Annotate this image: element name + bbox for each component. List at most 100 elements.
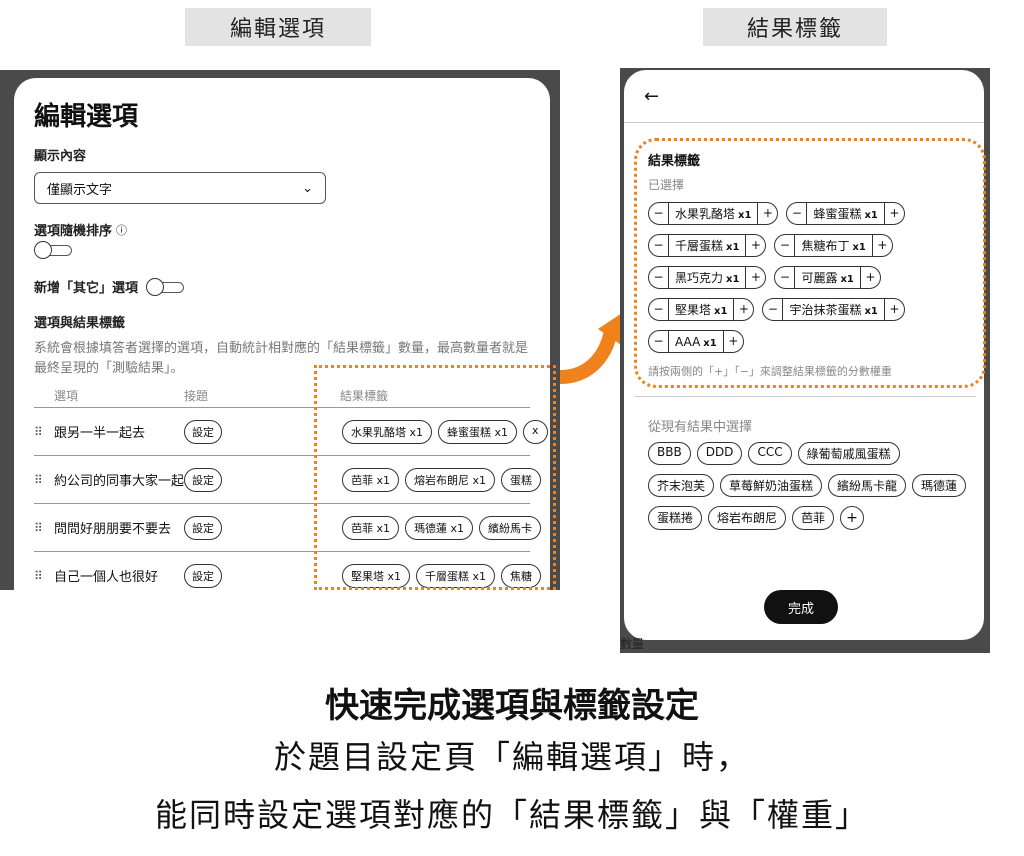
column-header-option: 選項 bbox=[54, 388, 79, 403]
caption-edit-options: 編輯選項 bbox=[185, 8, 371, 46]
existing-tag[interactable]: 芭菲 bbox=[792, 506, 835, 530]
plus-button[interactable]: + bbox=[733, 299, 753, 320]
tag-count: x1 bbox=[840, 274, 854, 285]
option-text[interactable]: 自己一個人也很好 bbox=[54, 566, 184, 585]
selected-tag-name: AAA x1 bbox=[669, 335, 723, 349]
plus-button[interactable]: + bbox=[745, 267, 765, 288]
minus-button[interactable]: − bbox=[775, 235, 796, 256]
set-jump-button[interactable]: 設定 bbox=[184, 419, 222, 444]
page-title: 編輯選項 bbox=[34, 102, 139, 132]
drag-handle-icon[interactable]: ⠿ bbox=[34, 569, 54, 583]
plus-button[interactable]: + bbox=[745, 235, 765, 256]
display-content-select[interactable]: 僅顯示文字 ⌄ bbox=[34, 172, 326, 204]
existing-results-label: 從現有結果中選擇 bbox=[648, 420, 753, 435]
tag-name: 千層蛋糕 bbox=[675, 239, 724, 253]
tag-count: x1 bbox=[714, 306, 728, 317]
minus-button[interactable]: − bbox=[763, 299, 784, 320]
drag-handle-icon[interactable]: ⠿ bbox=[34, 425, 54, 439]
existing-tag[interactable]: 瑪德蓮 bbox=[912, 474, 967, 497]
selected-tag-stepper: − 宇治抹茶蛋糕 x1 + bbox=[762, 298, 905, 321]
plus-button[interactable]: + bbox=[883, 299, 904, 320]
plus-button[interactable]: + bbox=[883, 203, 904, 224]
existing-tags-list: BBB DDD CCC 綠葡萄戚風蛋糕芥末泡芙 草莓鮮奶油蛋糕 繽紛馬卡龍 瑪德蓮蛋糕捲 熔岩… bbox=[648, 442, 968, 530]
tag-name: 蜂蜜蛋糕 bbox=[813, 207, 862, 221]
minus-button[interactable]: − bbox=[649, 203, 669, 224]
minus-button[interactable]: − bbox=[775, 267, 796, 288]
add-other-toggle[interactable] bbox=[146, 277, 186, 296]
selected-tag-name: 千層蛋糕 x1 bbox=[669, 237, 745, 254]
divider bbox=[624, 122, 984, 123]
background-text: 數量 bbox=[620, 637, 645, 651]
existing-tag[interactable]: 熔岩布朗尼 bbox=[708, 506, 787, 530]
result-tags-card: ← 結果標籤 已選擇 − 水果乳酪塔 x1 + − 蜂蜜蛋糕 x1 + − 千層蛋糕 x1 + − 焦糖布… bbox=[624, 70, 986, 640]
selected-tag-name: 堅果塔 x1 bbox=[669, 301, 733, 318]
plus-button[interactable]: + bbox=[722, 331, 743, 352]
minus-button[interactable]: − bbox=[649, 235, 669, 256]
set-jump-button[interactable]: 設定 bbox=[184, 515, 222, 540]
existing-tag[interactable]: 繽紛馬卡龍 bbox=[828, 474, 907, 497]
options-tags-title: 選項與結果標籤 bbox=[34, 316, 126, 331]
add-other-label: 新增「其它」選項 bbox=[34, 281, 139, 296]
existing-tag[interactable]: DDD bbox=[696, 442, 743, 465]
selected-tag-stepper: − 堅果塔 x1 + bbox=[648, 298, 755, 321]
tag-name: 黑巧克力 bbox=[675, 271, 724, 285]
add-other-row: 新增「其它」選項 bbox=[34, 277, 530, 296]
random-order-toggle[interactable] bbox=[34, 241, 74, 259]
tag-count: x1 bbox=[864, 210, 878, 221]
caption-result-tags: 結果標籤 bbox=[703, 8, 887, 46]
selected-tag-stepper: − 水果乳酪塔 x1 + bbox=[648, 202, 779, 225]
back-arrow-icon[interactable]: ← bbox=[644, 86, 659, 107]
selected-tag-name: 焦糖布丁 x1 bbox=[795, 237, 871, 254]
selected-tag-stepper: − 千層蛋糕 x1 + bbox=[648, 234, 767, 257]
done-button[interactable]: 完成 bbox=[764, 590, 838, 624]
set-jump-button[interactable]: 設定 bbox=[184, 467, 222, 492]
selected-tag-stepper: − 黑巧克力 x1 + bbox=[648, 266, 767, 289]
set-jump-button[interactable]: 設定 bbox=[184, 563, 222, 588]
existing-tag[interactable]: 草莓鮮奶油蛋糕 bbox=[720, 474, 823, 497]
tag-count: x1 bbox=[703, 337, 717, 349]
drag-handle-icon[interactable]: ⠿ bbox=[34, 473, 54, 487]
existing-tag[interactable]: 芥末泡芙 bbox=[648, 474, 715, 497]
random-order-row: 選項隨機排序 ⓘ bbox=[34, 220, 530, 240]
selected-tag-name: 可麗露 x1 bbox=[795, 269, 859, 286]
tag-name: 焦糖布丁 bbox=[801, 239, 850, 253]
add-tag-icon[interactable]: + bbox=[840, 506, 865, 530]
plus-button[interactable]: + bbox=[859, 267, 880, 288]
tag-name: 宇治抹茶蛋糕 bbox=[789, 303, 862, 317]
display-content-value: 僅顯示文字 bbox=[47, 182, 113, 198]
option-text[interactable]: 問問好朋朋要不要去 bbox=[54, 518, 184, 537]
minus-button[interactable]: − bbox=[649, 331, 669, 352]
plus-button[interactable]: + bbox=[871, 235, 892, 256]
random-order-label: 選項隨機排序 bbox=[34, 224, 113, 239]
minus-button[interactable]: − bbox=[649, 299, 669, 320]
info-icon[interactable]: ⓘ bbox=[116, 222, 127, 238]
plus-button[interactable]: + bbox=[757, 203, 777, 224]
result-tags-screen: ← 結果標籤 已選擇 − 水果乳酪塔 x1 + − 蜂蜜蛋糕 x1 + − 千層蛋糕 x1 + − 焦糖布… bbox=[620, 68, 990, 653]
existing-tag[interactable]: CCC bbox=[748, 442, 792, 465]
tag-name: AAA bbox=[675, 334, 701, 349]
existing-tag[interactable]: 綠葡萄戚風蛋糕 bbox=[797, 442, 900, 465]
tag-count: x1 bbox=[864, 306, 878, 317]
tag-count: x1 bbox=[852, 242, 866, 253]
tag-count: x1 bbox=[738, 210, 752, 221]
minus-button[interactable]: − bbox=[649, 267, 669, 288]
display-content-label: 顯示內容 bbox=[34, 149, 87, 164]
existing-tag[interactable]: BBB bbox=[648, 442, 691, 465]
selected-tag-name: 蜂蜜蛋糕 x1 bbox=[807, 205, 883, 222]
option-text[interactable]: 跟另一半一起去 bbox=[54, 422, 184, 441]
chevron-down-icon: ⌄ bbox=[302, 180, 313, 196]
selected-tag-name: 宇治抹茶蛋糕 x1 bbox=[783, 301, 883, 318]
selected-tag-stepper: − 可麗露 x1 + bbox=[774, 266, 881, 289]
selected-tag-stepper: − 蜂蜜蛋糕 x1 + bbox=[786, 202, 905, 225]
subtitle-line-1: 於題目設定頁「編輯選項」時， bbox=[273, 738, 750, 776]
divider bbox=[634, 396, 976, 397]
selected-tag-stepper: − 焦糖布丁 x1 + bbox=[774, 234, 893, 257]
subtitle-line-2: 能同時設定選項對應的「結果標籤」與「權重」 bbox=[154, 796, 869, 834]
minus-button[interactable]: − bbox=[787, 203, 808, 224]
option-text[interactable]: 約公司的同事大家一起 bbox=[54, 470, 184, 489]
headline: 快速完成選項與標籤設定 bbox=[325, 686, 699, 726]
selected-label: 已選擇 bbox=[648, 178, 685, 192]
weight-hint: 請按兩側的「+」「−」來調整結果標籤的分數權重 bbox=[648, 365, 892, 378]
existing-tag[interactable]: 蛋糕捲 bbox=[648, 506, 703, 530]
drag-handle-icon[interactable]: ⠿ bbox=[34, 521, 54, 535]
